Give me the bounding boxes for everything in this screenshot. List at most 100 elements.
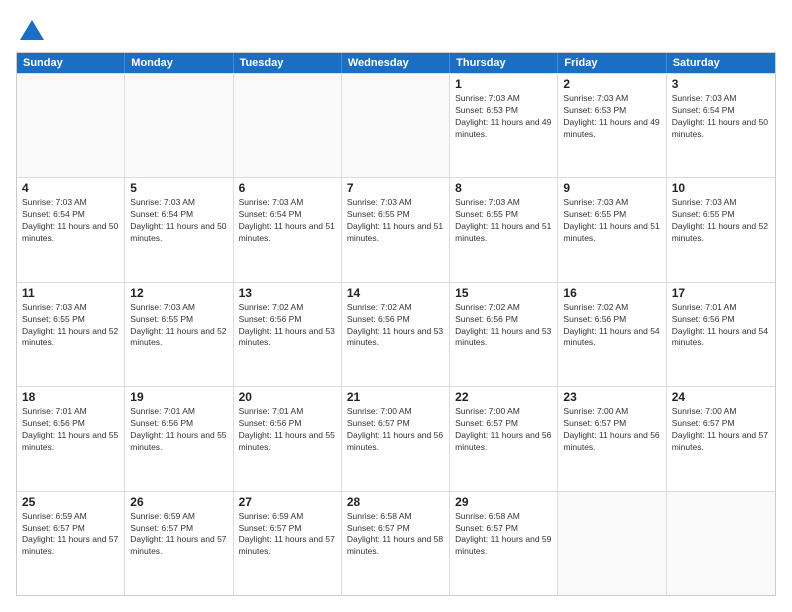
calendar-cell: 10 Sunrise: 7:03 AM Sunset: 6:55 PM Dayli… [667,178,775,281]
header [16,16,776,44]
day-info: Sunrise: 7:03 AM Sunset: 6:53 PM Dayligh… [455,93,552,141]
day-number: 20 [239,390,336,404]
day-info: Sunrise: 7:01 AM Sunset: 6:56 PM Dayligh… [22,406,119,454]
calendar-cell [667,492,775,595]
calendar-cell: 17Sunrise: 7:01 AM Sunset: 6:56 PM Dayli… [667,283,775,386]
day-number: 12 [130,286,227,300]
day-info: Sunrise: 7:03 AM Sunset: 6:55 PM Dayligh… [347,197,444,245]
calendar-row-3: 18 Sunrise: 7:01 AM Sunset: 6:56 PM Dayli… [17,386,775,490]
day-number: 7 [347,181,444,195]
day-info: Sunrise: 7:00 AM Sunset: 6:57 PM Dayligh… [455,406,552,454]
day-number: 14 [347,286,444,300]
day-info: Sunrise: 7:03 AM Sunset: 6:55 PM Dayligh… [563,197,660,245]
header-day-tuesday: Tuesday [234,53,342,73]
day-info: Sunrise: 7:03 AM Sunset: 6:55 PM Dayligh… [672,197,770,245]
day-info: Sunrise: 7:03 AM Sunset: 6:55 PM Dayligh… [22,302,119,350]
calendar-row-2: 11 Sunrise: 7:03 AM Sunset: 6:55 PM Dayli… [17,282,775,386]
day-info: Sunrise: 7:01 AM Sunset: 6:56 PM Dayligh… [130,406,227,454]
calendar-cell [17,74,125,177]
calendar-cell: 9 Sunrise: 7:03 AM Sunset: 6:55 PM Daylig… [558,178,666,281]
header-day-saturday: Saturday [667,53,775,73]
day-number: 13 [239,286,336,300]
day-number: 4 [22,181,119,195]
calendar-cell: 1 Sunrise: 7:03 AM Sunset: 6:53 PM Daylig… [450,74,558,177]
calendar-row-0: 1 Sunrise: 7:03 AM Sunset: 6:53 PM Daylig… [17,73,775,177]
day-info: Sunrise: 6:58 AM Sunset: 6:57 PM Dayligh… [455,511,552,559]
calendar-row-1: 4 Sunrise: 7:03 AM Sunset: 6:54 PM Daylig… [17,177,775,281]
day-info: Sunrise: 6:59 AM Sunset: 6:57 PM Dayligh… [239,511,336,559]
calendar-cell: 25 Sunrise: 6:59 AM Sunset: 6:57 PM Dayli… [17,492,125,595]
day-number: 1 [455,77,552,91]
day-number: 3 [672,77,770,91]
calendar-cell: 18 Sunrise: 7:01 AM Sunset: 6:56 PM Dayli… [17,387,125,490]
calendar-cell: 3Sunrise: 7:03 AM Sunset: 6:54 PM Daylig… [667,74,775,177]
day-number: 16 [563,286,660,300]
calendar-cell: 19 Sunrise: 7:01 AM Sunset: 6:56 PM Dayli… [125,387,233,490]
day-number: 19 [130,390,227,404]
calendar-cell: 21Sunrise: 7:00 AM Sunset: 6:57 PM Dayli… [342,387,450,490]
day-number: 8 [455,181,552,195]
calendar-cell: 23 Sunrise: 7:00 AM Sunset: 6:57 PM Dayli… [558,387,666,490]
day-number: 24 [672,390,770,404]
calendar-cell: 11 Sunrise: 7:03 AM Sunset: 6:55 PM Dayli… [17,283,125,386]
day-info: Sunrise: 7:02 AM Sunset: 6:56 PM Dayligh… [239,302,336,350]
calendar-cell: 2Sunrise: 7:03 AM Sunset: 6:53 PM Daylig… [558,74,666,177]
calendar-cell: 22 Sunrise: 7:00 AM Sunset: 6:57 PM Dayli… [450,387,558,490]
calendar-cell: 29Sunrise: 6:58 AM Sunset: 6:57 PM Dayli… [450,492,558,595]
day-number: 10 [672,181,770,195]
header-day-friday: Friday [558,53,666,73]
day-number: 27 [239,495,336,509]
day-number: 28 [347,495,444,509]
calendar-cell: 27 Sunrise: 6:59 AM Sunset: 6:57 PM Dayli… [234,492,342,595]
day-number: 5 [130,181,227,195]
day-number: 9 [563,181,660,195]
day-info: Sunrise: 7:01 AM Sunset: 6:56 PM Dayligh… [672,302,770,350]
day-number: 18 [22,390,119,404]
calendar-cell: 8 Sunrise: 7:03 AM Sunset: 6:55 PM Daylig… [450,178,558,281]
calendar-cell: 12 Sunrise: 7:03 AM Sunset: 6:55 PM Dayli… [125,283,233,386]
logo-icon [18,16,46,44]
day-info: Sunrise: 7:02 AM Sunset: 6:56 PM Dayligh… [563,302,660,350]
calendar-cell: 16 Sunrise: 7:02 AM Sunset: 6:56 PM Dayli… [558,283,666,386]
day-info: Sunrise: 7:00 AM Sunset: 6:57 PM Dayligh… [563,406,660,454]
calendar-cell [125,74,233,177]
calendar: SundayMondayTuesdayWednesdayThursdayFrid… [16,52,776,596]
header-day-thursday: Thursday [450,53,558,73]
day-info: Sunrise: 7:03 AM Sunset: 6:55 PM Dayligh… [455,197,552,245]
day-number: 15 [455,286,552,300]
day-number: 23 [563,390,660,404]
day-number: 25 [22,495,119,509]
header-day-wednesday: Wednesday [342,53,450,73]
day-info: Sunrise: 7:03 AM Sunset: 6:53 PM Dayligh… [563,93,660,141]
calendar-cell: 4 Sunrise: 7:03 AM Sunset: 6:54 PM Daylig… [17,178,125,281]
day-info: Sunrise: 7:03 AM Sunset: 6:55 PM Dayligh… [130,302,227,350]
day-info: Sunrise: 7:03 AM Sunset: 6:54 PM Dayligh… [22,197,119,245]
day-info: Sunrise: 6:59 AM Sunset: 6:57 PM Dayligh… [130,511,227,559]
day-number: 22 [455,390,552,404]
calendar-cell: 5 Sunrise: 7:03 AM Sunset: 6:54 PM Daylig… [125,178,233,281]
day-info: Sunrise: 7:02 AM Sunset: 6:56 PM Dayligh… [347,302,444,350]
calendar-cell: 20 Sunrise: 7:01 AM Sunset: 6:56 PM Dayli… [234,387,342,490]
logo [16,16,46,44]
header-day-monday: Monday [125,53,233,73]
day-info: Sunrise: 7:03 AM Sunset: 6:54 PM Dayligh… [130,197,227,245]
header-day-sunday: Sunday [17,53,125,73]
calendar-header: SundayMondayTuesdayWednesdayThursdayFrid… [17,53,775,73]
calendar-cell: 26 Sunrise: 6:59 AM Sunset: 6:57 PM Dayli… [125,492,233,595]
day-number: 26 [130,495,227,509]
calendar-cell: 28Sunrise: 6:58 AM Sunset: 6:57 PM Dayli… [342,492,450,595]
calendar-cell: 6Sunrise: 7:03 AM Sunset: 6:54 PM Daylig… [234,178,342,281]
calendar-cell: 15Sunrise: 7:02 AM Sunset: 6:56 PM Dayli… [450,283,558,386]
page: SundayMondayTuesdayWednesdayThursdayFrid… [0,0,792,612]
calendar-cell: 14 Sunrise: 7:02 AM Sunset: 6:56 PM Dayli… [342,283,450,386]
calendar-cell: 13 Sunrise: 7:02 AM Sunset: 6:56 PM Dayli… [234,283,342,386]
calendar-cell [234,74,342,177]
day-info: Sunrise: 7:00 AM Sunset: 6:57 PM Dayligh… [672,406,770,454]
day-number: 21 [347,390,444,404]
day-number: 6 [239,181,336,195]
day-info: Sunrise: 7:01 AM Sunset: 6:56 PM Dayligh… [239,406,336,454]
day-number: 11 [22,286,119,300]
calendar-body: 1 Sunrise: 7:03 AM Sunset: 6:53 PM Daylig… [17,73,775,595]
calendar-cell: 24 Sunrise: 7:00 AM Sunset: 6:57 PM Dayli… [667,387,775,490]
day-info: Sunrise: 6:59 AM Sunset: 6:57 PM Dayligh… [22,511,119,559]
